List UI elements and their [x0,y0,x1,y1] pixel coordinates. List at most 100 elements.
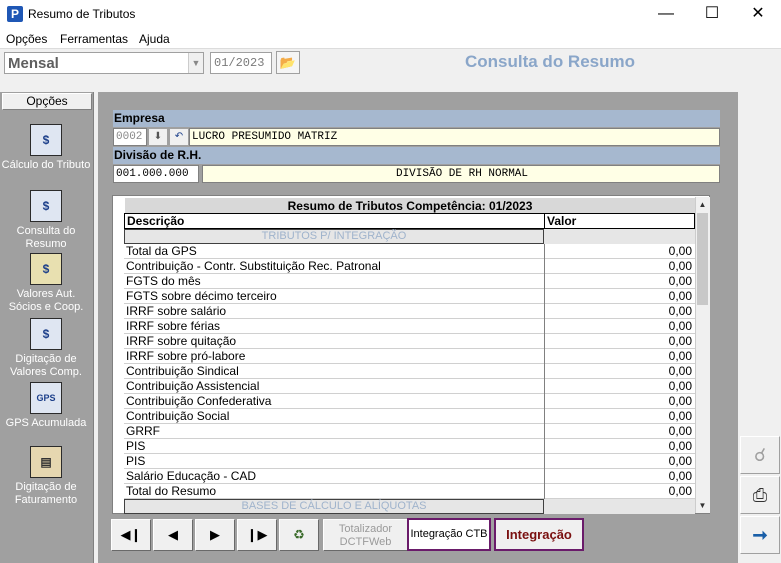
table-row[interactable]: Total da GPS 0,00 [124,244,695,259]
maximize-button[interactable]: ☐ [689,0,735,29]
row-descricao: IRRF sobre pró-labore [126,349,246,363]
chevron-down-icon[interactable]: ▼ [188,53,203,73]
section-tributos: TRIBUTOS P/ INTEGRAÇÃO [124,229,695,244]
row-valor: 0,00 [544,379,693,394]
row-descricao: GRRF [126,424,160,438]
row-valor: 0,00 [544,289,693,304]
row-valor: 0,00 [544,334,693,349]
people-icon: $ [30,253,62,285]
prev-record-button[interactable]: ◀ [153,519,193,551]
gps-icon: GPS [30,382,62,414]
table-row[interactable]: IRRF sobre férias 0,00 [124,319,695,334]
nav-consulta-resumo[interactable]: $ Consulta do Resumo [0,190,92,251]
nav-calculo-tributo[interactable]: $ Cálculo do Tributo [0,124,92,172]
monitor-icon: $ [30,190,62,222]
nav-digitacao-faturamento[interactable]: ▤ Digitação de Faturamento [0,446,92,507]
row-descricao: IRRF sobre quitação [126,334,237,348]
row-descricao: Contribuição Social [126,409,230,423]
section-label: TRIBUTOS P/ INTEGRAÇÃO [124,229,544,244]
table-row[interactable]: FGTS sobre décimo terceiro 0,00 [124,289,695,304]
table-row[interactable]: FGTS do mês 0,00 [124,274,695,289]
table-row[interactable]: Salário Educação - CAD 0,00 [124,469,695,484]
empresa-code-field[interactable]: 0002 [113,128,147,146]
table-row[interactable]: Contribuição - Contr. Substituição Rec. … [124,259,695,274]
period-value: Mensal [8,55,59,72]
row-descricao: Contribuição Assistencial [126,379,260,393]
close-button[interactable]: ✕ [735,0,781,29]
table-row[interactable]: Total do Resumo 0,00 [124,484,695,499]
row-descricao: FGTS do mês [126,274,201,288]
table-row[interactable]: IRRF sobre pró-labore 0,00 [124,349,695,364]
scroll-up-icon[interactable]: ▲ [695,198,710,212]
row-descricao: Contribuição Sindical [126,364,239,378]
last-icon: ❙▶ [246,527,268,542]
row-valor: 0,00 [544,349,693,364]
nav-label: Digitação de Valores Comp. [10,353,82,378]
row-descricao: FGTS sobre décimo terceiro [126,289,277,303]
prev-icon: ◀ [168,527,178,542]
col-valor[interactable]: Valor [544,213,695,229]
table-row[interactable]: Contribuição Sindical 0,00 [124,364,695,379]
integracao-ctb-button[interactable]: Integração CTB [407,518,491,551]
row-descricao: Total do Resumo [126,484,217,498]
empresa-name-field[interactable]: LUCRO PRESUMIDO MATRIZ [189,128,720,146]
totalizador-dctfweb-button[interactable]: Totalizador DCTFWeb [323,519,408,551]
row-descricao: Salário Educação - CAD [126,469,257,483]
scroll-thumb[interactable] [697,213,708,305]
folder-icon: 📂 [279,55,297,70]
row-valor: 0,00 [544,484,693,499]
row-valor: 0,00 [544,409,693,424]
nav-label: Consulta do Resumo [16,225,76,250]
row-valor: 0,00 [544,439,693,454]
table-row[interactable]: Contribuição Confederativa 0,00 [124,394,695,409]
menu-ferramentas[interactable]: Ferramentas [60,32,128,46]
first-record-button[interactable]: ◀❙ [111,519,151,551]
nav-valores-aut[interactable]: $ Valores Aut. Sócios e Coop. [0,253,92,314]
menu-opcoes[interactable]: Opções [6,32,47,46]
row-valor: 0,00 [544,274,693,289]
period-select[interactable]: Mensal ▼ [4,52,204,74]
integracao-button[interactable]: Integração [494,518,584,551]
row-descricao: IRRF sobre férias [126,319,221,333]
row-descricao: Contribuição Confederativa [126,394,272,408]
screen-title: Consulta do Resumo [464,52,635,71]
nav-digitacao-valores[interactable]: $ Digitação de Valores Comp. [0,318,92,379]
row-valor: 0,00 [544,319,693,334]
row-valor: 0,00 [544,454,693,469]
row-valor: 0,00 [544,304,693,319]
last-record-button[interactable]: ❙▶ [237,519,277,551]
nav-label: Cálculo do Tributo [1,159,91,171]
printer-icon[interactable]: ⎙ [740,476,780,514]
table-row[interactable]: PIS 0,00 [124,439,695,454]
next-record-button[interactable]: ▶ [195,519,235,551]
menu-ajuda[interactable]: Ajuda [139,32,170,46]
nav-label: Valores Aut. Sócios e Coop. [8,288,84,313]
table-row[interactable]: IRRF sobre quitação 0,00 [124,334,695,349]
table-row[interactable]: PIS 0,00 [124,454,695,469]
exit-icon[interactable]: ➞ [740,516,780,554]
undo-icon[interactable]: ↶ [169,128,189,146]
row-descricao: PIS [126,454,146,468]
scroll-down-icon[interactable]: ▼ [695,499,710,513]
open-folder-button[interactable]: 📂 [276,51,300,74]
delete-button[interactable]: ♻ [279,519,319,551]
row-valor: 0,00 [544,364,693,379]
competencia-field[interactable]: 01/2023 [210,52,272,74]
table-row[interactable]: Contribuição Social 0,00 [124,409,695,424]
row-descricao: PIS [126,439,146,453]
divisao-name-field[interactable]: DIVISÃO DE RH NORMAL [202,165,720,183]
search-icon[interactable]: ☌ [740,436,780,474]
calc-document-icon: $ [30,124,62,156]
download-icon[interactable]: ⬇ [148,128,168,146]
col-descricao[interactable]: Descrição [124,213,545,229]
divisao-code-field[interactable]: 001.000.000 [113,165,199,183]
nav-gps-acumulada[interactable]: GPS GPS Acumulada [0,382,92,430]
minimize-button[interactable]: — [643,0,689,29]
row-valor: 0,00 [544,259,693,274]
trash-icon: ♻ [293,527,305,542]
table-row[interactable]: GRRF 0,00 [124,424,695,439]
table-row[interactable]: Contribuição Assistencial 0,00 [124,379,695,394]
table-row[interactable]: IRRF sobre salário 0,00 [124,304,695,319]
laptop-icon: ▤ [30,446,62,478]
row-valor: 0,00 [544,394,693,409]
